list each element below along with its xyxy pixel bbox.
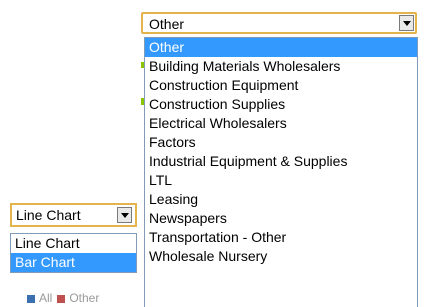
legend-label: All [39, 291, 53, 305]
chart-type-select-value: Line Chart [16, 207, 81, 223]
category-option[interactable]: Industrial Equipment & Supplies [145, 152, 417, 171]
category-select-value: Other [149, 16, 185, 32]
dropdown-arrow-icon[interactable] [399, 15, 414, 31]
legend-swatch [27, 294, 35, 303]
category-option[interactable]: Transportation - Other [145, 228, 417, 247]
category-option[interactable]: Other [145, 38, 417, 57]
legend-label: Other [69, 291, 100, 305]
category-select[interactable]: Other [141, 12, 417, 34]
dropdown-arrow-icon[interactable] [117, 207, 132, 223]
category-option[interactable]: Newspapers [145, 209, 417, 228]
chart-type-select[interactable]: Line Chart [10, 203, 137, 227]
category-option[interactable]: Construction Supplies [145, 95, 417, 114]
category-option[interactable]: Construction Equipment [145, 76, 417, 95]
chart-settings-panel: Other Other Building Materials Wholesaler… [0, 0, 435, 307]
chart-type-dropdown-list[interactable]: Line Chart Bar Chart [10, 233, 137, 273]
category-option[interactable]: Building Materials Wholesalers [145, 57, 417, 76]
category-option[interactable]: Leasing [145, 190, 417, 209]
category-dropdown-list[interactable]: Other Building Materials Wholesalers Const… [144, 37, 418, 307]
chart-legend: All Other [27, 291, 104, 307]
category-option[interactable]: LTL [145, 171, 417, 190]
legend-item: All [27, 291, 52, 305]
category-option[interactable]: Factors [145, 133, 417, 152]
legend-item: Other [57, 291, 99, 305]
category-option[interactable]: Wholesale Nursery [145, 247, 417, 266]
legend-swatch [57, 294, 66, 303]
category-option[interactable]: Electrical Wholesalers [145, 114, 417, 133]
chart-type-option[interactable]: Bar Chart [11, 253, 136, 272]
chart-type-option[interactable]: Line Chart [11, 234, 136, 253]
